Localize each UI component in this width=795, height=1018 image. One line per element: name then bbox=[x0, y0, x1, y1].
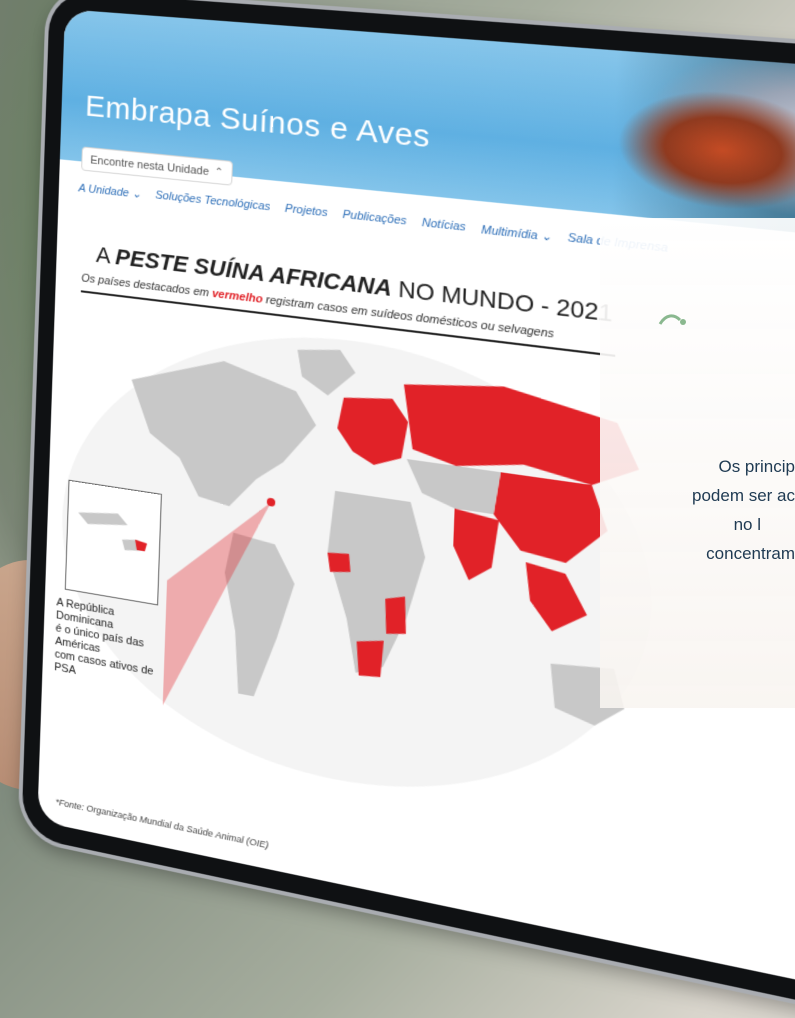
land-southern-africa-red bbox=[355, 636, 384, 680]
overlay-line-3: no l bbox=[733, 515, 761, 534]
land-east-africa-red bbox=[384, 593, 408, 638]
chevron-up-icon: ⌃ bbox=[214, 166, 224, 179]
nav-item-multimidia[interactable]: Multimídia ⌄ bbox=[481, 223, 552, 254]
overlay-paragraph: Os princip podem ser ac no l concentram bbox=[595, 452, 795, 568]
inset-land-cuba bbox=[77, 507, 128, 531]
nav-item-publicacoes[interactable]: Publicações bbox=[342, 208, 406, 238]
nav-item-noticias[interactable]: Notícias bbox=[421, 217, 466, 245]
overlay-line-4: concentram bbox=[706, 544, 795, 563]
header-photo bbox=[611, 50, 795, 242]
subtitle-red: vermelho bbox=[211, 287, 263, 306]
land-west-africa-red bbox=[326, 550, 352, 576]
title-prefix: A bbox=[95, 241, 110, 269]
nav-item-a-unidade[interactable]: A Unidade ⌄ bbox=[78, 181, 141, 210]
site-title[interactable]: Embrapa Suínos e Aves bbox=[85, 89, 431, 155]
nav-item-projetos[interactable]: Projetos bbox=[284, 203, 328, 230]
source-note: *Fonte: Organização Mundial da Saúde Ani… bbox=[55, 796, 269, 851]
search-label: Encontre nesta Unidade bbox=[90, 154, 210, 179]
overlay-line-1: Os princip bbox=[718, 457, 795, 476]
embrapa-logo-icon bbox=[658, 314, 686, 325]
caribbean-inset bbox=[64, 479, 162, 606]
overlay-line-2: podem ser ac bbox=[692, 486, 795, 505]
